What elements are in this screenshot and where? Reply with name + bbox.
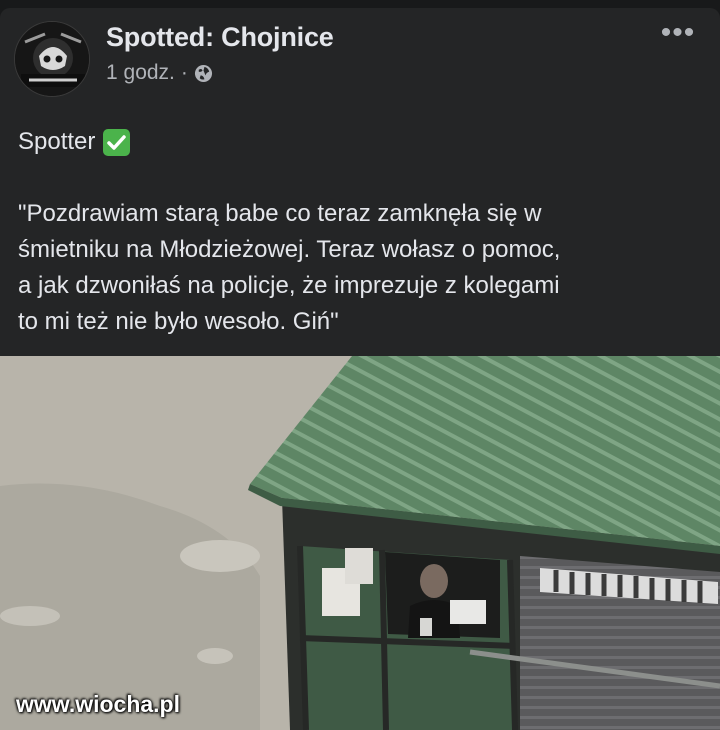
waste-shelter-photo [0,356,720,730]
page-avatar[interactable] [14,21,90,97]
spotter-line: Spotter [18,124,708,160]
post-author-label: Spotter [18,128,96,155]
avatar-logo-icon [15,22,89,96]
post-photo[interactable]: www.wiocha.pl [0,356,720,730]
check-mark-icon [103,128,131,156]
post-timestamp[interactable]: 1 godz. [106,61,175,85]
meta-separator: · [180,61,188,84]
globe-icon[interactable] [194,64,213,83]
facebook-post: Spotted: Chojnice 1 godz. · ••• Spotter [0,0,720,730]
watermark-text: www.wiocha.pl [16,691,180,717]
page-name-link[interactable]: Spotted: Chojnice [106,22,334,53]
post-body: Spotter "Pozdrawiam starą babe co teraz … [18,124,708,340]
post-meta: 1 godz. · [106,60,213,86]
post-card: Spotted: Chojnice 1 godz. · ••• Spotter [0,8,720,356]
post-text: "Pozdrawiam starą babe co teraz zamknęła… [18,200,561,335]
more-options-button[interactable]: ••• [658,18,698,48]
